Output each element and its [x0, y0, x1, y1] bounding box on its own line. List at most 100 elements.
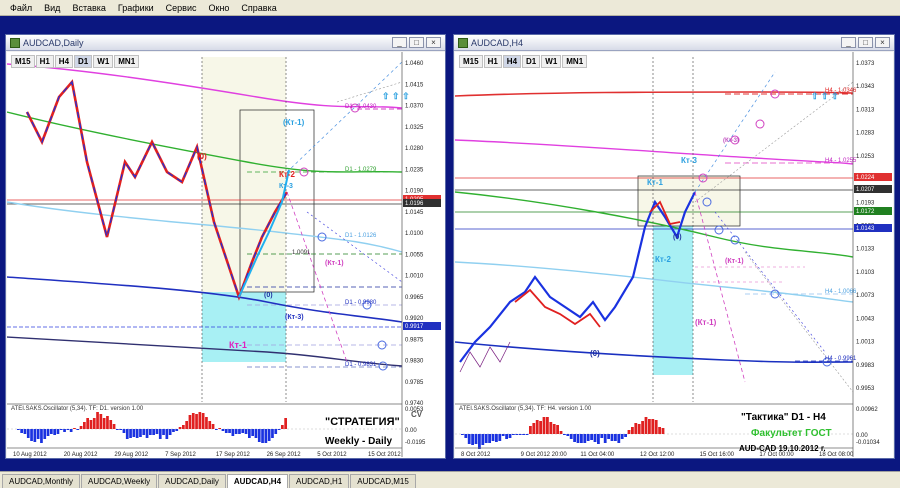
oscillator-level: 0.00: [856, 433, 868, 439]
oscillator-bar: [208, 421, 212, 429]
oscillator-bar: [30, 429, 33, 441]
oscillator-bar: [17, 429, 20, 430]
tf-h4-button[interactable]: H4: [54, 55, 74, 68]
tf-d1-button[interactable]: D1: [522, 55, 541, 68]
close-button[interactable]: ×: [426, 37, 441, 48]
oscillator-bar: [563, 434, 566, 435]
minimize-button[interactable]: _: [841, 37, 856, 48]
tf-h1-button[interactable]: H1: [483, 55, 502, 68]
oscillator-bar: [152, 429, 155, 435]
oscillator-bar: [162, 429, 165, 435]
menu-file[interactable]: Файл: [4, 0, 38, 16]
price-chart[interactable]: 1.0460 1.0415 1.0370 1.0325 1.0280 1.0235 1.01…: [7, 52, 445, 458]
date-axis-tick: 26 Sep 2012: [267, 452, 302, 458]
tab-audcad-daily[interactable]: AUDCAD,Daily: [158, 474, 226, 488]
oscillator-bar: [495, 434, 498, 442]
oscillator-bar: [112, 424, 116, 429]
date-axis-tick: 8 Oct 2012: [461, 452, 491, 458]
label-kt3-low: (Кт-3): [285, 314, 304, 321]
price-highlight-label: 1.0172: [856, 209, 875, 215]
menu-tools[interactable]: Сервис: [160, 0, 203, 16]
oscillator-bar: [546, 417, 549, 434]
oscillator-bar: [215, 429, 218, 430]
tab-audcad-monthly[interactable]: AUDCAD,Monthly: [2, 474, 81, 488]
oscillator-bar: [99, 414, 103, 429]
menu-charts[interactable]: Графики: [112, 0, 160, 16]
oscillator-bar: [132, 429, 136, 437]
oscillator-bar: [46, 429, 50, 436]
price-axis-tick: 1.0370: [405, 104, 424, 110]
oscillator-bar: [20, 429, 23, 433]
price-highlight-label: 1.0196: [405, 201, 424, 207]
oscillator-label: ATEI.SAKS.Oscillator (5,34). TF: D1. ver…: [11, 406, 144, 412]
price-axis-tick: 0.9875: [405, 337, 424, 343]
label-kt3: Кт-3: [681, 156, 697, 165]
label-kt1-down: (Кт-1): [325, 260, 344, 267]
menu-insert[interactable]: Вставка: [66, 0, 111, 16]
tab-audcad-h4[interactable]: AUDCAD,H4: [226, 474, 289, 488]
tf-mn1-button[interactable]: MN1: [562, 55, 588, 68]
oscillator-bar: [501, 434, 505, 436]
tab-audcad-h1[interactable]: AUDCAD,H1: [289, 474, 350, 488]
oscillator-bar: [600, 434, 604, 438]
date-axis-tick: 12 Oct 12:00: [640, 452, 675, 458]
window-titlebar[interactable]: AUDCAD,H4 _ □ ×: [454, 35, 894, 51]
daily-chart-svg: 1.0460 1.0415 1.0370 1.0325 1.0280 1.0235 1.01…: [7, 52, 441, 458]
date-axis-tick: 7 Sep 2012: [165, 452, 196, 458]
price-axis-tick: 0.9785: [405, 380, 424, 386]
price-chart[interactable]: 1.03731.03431.03131.02831.02531.02231.01…: [455, 52, 893, 458]
tab-audcad-m15[interactable]: AUDCAD,M15: [350, 474, 416, 488]
menu-help[interactable]: Справка: [235, 0, 282, 16]
oscillator-bar: [627, 430, 631, 434]
tf-d1-button[interactable]: D1: [74, 55, 93, 68]
tf-m15-button[interactable]: M15: [459, 55, 483, 68]
tf-mn1-button[interactable]: MN1: [114, 55, 140, 68]
maximize-button[interactable]: □: [409, 37, 424, 48]
oscillator-bar: [83, 422, 86, 429]
oscillator-bar: [525, 434, 529, 435]
tf-w1-button[interactable]: W1: [541, 55, 562, 68]
oscillator-bar: [40, 429, 43, 443]
oscillator-bar: [195, 414, 198, 429]
oscillator-bar: [491, 434, 495, 441]
label-zero-top: (0): [197, 152, 207, 161]
oscillator-bar: [116, 429, 119, 430]
strategy-title: "СТРАТЕГИЯ": [325, 416, 400, 428]
price-axis-tick: 1.0010: [405, 274, 424, 280]
tab-audcad-weekly[interactable]: AUDCAD,Weekly: [81, 474, 158, 488]
oscillator-bar: [175, 429, 179, 431]
oscillator-bar: [478, 434, 481, 449]
oscillator-bar: [515, 434, 519, 435]
tf-h1-button[interactable]: H1: [35, 55, 54, 68]
level-d1-0-9980: D1 - 0.9980: [345, 300, 377, 306]
oscillator-bar: [168, 429, 172, 435]
oscillator-bar: [69, 429, 73, 432]
level-d1-1-0126: D1 - 1.0126: [345, 233, 377, 239]
price-axis-tick: 1.0103: [856, 270, 875, 276]
maximize-button[interactable]: □: [858, 37, 873, 48]
chart-window-h4[interactable]: AUDCAD,H4 _ □ × 1.0373 1.0343 1.0313 1.0…: [453, 34, 895, 459]
oscillator-bar: [241, 429, 245, 433]
oscillator-bar: [244, 429, 248, 434]
oscillator-bar: [552, 424, 556, 434]
minimize-button[interactable]: _: [392, 37, 407, 48]
oscillator-bar: [33, 429, 37, 442]
oscillator-bar: [172, 429, 175, 432]
menu-view[interactable]: Вид: [38, 0, 66, 16]
price-axis-tick: 1.0460: [405, 61, 424, 67]
tf-h4-button[interactable]: H4: [502, 55, 522, 68]
date-axis-tick: 20 Aug 2012: [64, 452, 98, 458]
oscillator-bar: [474, 434, 478, 444]
label-kt1-low: Кт-1: [229, 340, 247, 350]
close-button[interactable]: ×: [875, 37, 890, 48]
h4-chart-svg: 1.03731.03431.03131.02831.02531.02231.01…: [455, 52, 892, 458]
level-1-0091: 1.0091: [292, 250, 311, 256]
timeframe-toolbar: M15 H1 H4 D1 W1 MN1: [459, 55, 588, 68]
oscillator-bar: [658, 427, 661, 434]
oscillator-bar: [36, 429, 40, 439]
window-titlebar[interactable]: AUDCAD,Daily _ □ ×: [6, 35, 445, 51]
chart-window-daily[interactable]: AUDCAD,Daily _ □ × 1.0460 1.0415 1.0370 …: [5, 34, 446, 459]
tf-w1-button[interactable]: W1: [93, 55, 114, 68]
menu-window[interactable]: Окно: [203, 0, 236, 16]
tf-m15-button[interactable]: M15: [11, 55, 35, 68]
